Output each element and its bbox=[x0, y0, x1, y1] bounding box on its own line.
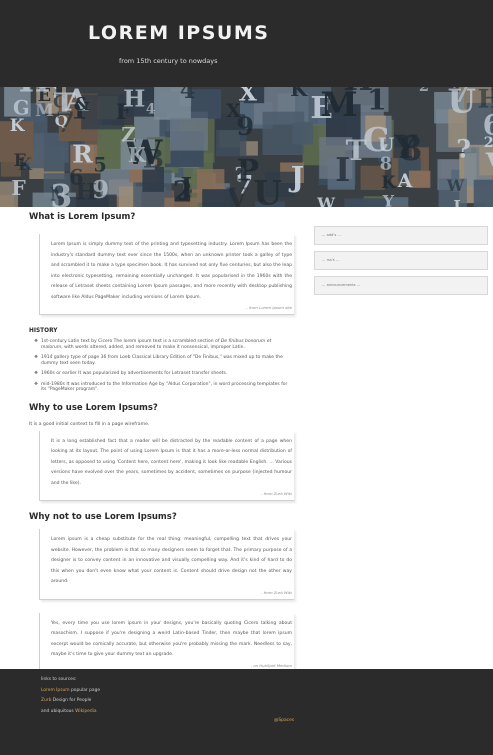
whynot-quote-1-text: Lorem ipsum is a cheap substitute for th… bbox=[51, 537, 292, 584]
whynot-quote-2-cite: - on HubSpot Medium bbox=[250, 662, 292, 668]
main-content: What is Lorem Ipsum? Lorem Ipsum is simp… bbox=[29, 212, 294, 673]
svg-text:1: 1 bbox=[367, 87, 387, 117]
sidebar-widget-rss[interactable]: ... rss's ... bbox=[314, 251, 488, 270]
footer-link-lorem-ipsum[interactable]: Lorem Ipsum bbox=[41, 688, 70, 693]
svg-text:&: & bbox=[74, 94, 90, 115]
svg-text:K: K bbox=[290, 87, 308, 101]
site-footer: links to sources: Lorem Ipsum popular pa… bbox=[0, 669, 493, 755]
why-quote-text: It is a long established fact that a rea… bbox=[51, 438, 292, 486]
letterpress-type-photo: BUFG?7IMUHWEC3X67AV8MH6W202IR4WF4821EKUJ… bbox=[0, 87, 493, 207]
svg-text:Z: Z bbox=[121, 122, 136, 146]
site-header: LOREM IPSUMS from 15th century to nowday… bbox=[0, 0, 493, 87]
svg-text:K: K bbox=[10, 115, 26, 135]
sidebar-widget-announcements[interactable]: ... announcements ... bbox=[314, 276, 488, 295]
svg-text:9: 9 bbox=[236, 112, 254, 142]
sidebar-widget-adds[interactable]: ... add's ... bbox=[314, 226, 488, 245]
svg-text:7: 7 bbox=[55, 105, 75, 139]
why-heading: Why to use Lorem Ipsums? bbox=[29, 402, 158, 413]
svg-text:V: V bbox=[485, 148, 493, 179]
svg-text:I: I bbox=[453, 197, 460, 208]
svg-text:A: A bbox=[397, 171, 413, 192]
whynot-quote-1-cite: - from Zurb Wiki bbox=[261, 589, 292, 595]
svg-text:2: 2 bbox=[419, 87, 429, 95]
svg-text:W: W bbox=[446, 177, 465, 195]
whynot-quote-2-text: Yes, every time you use lorem ipsum in y… bbox=[51, 620, 292, 658]
svg-text:5: 5 bbox=[93, 153, 106, 176]
svg-text:H: H bbox=[76, 180, 97, 206]
svg-text:X: X bbox=[239, 87, 258, 107]
svg-text:M: M bbox=[320, 87, 357, 124]
svg-text:K: K bbox=[18, 155, 33, 174]
svg-text:P: P bbox=[237, 153, 259, 188]
history-item: 1914 gallery type of page 36 from Loeb C… bbox=[34, 355, 294, 366]
svg-text:W: W bbox=[316, 194, 335, 207]
footer-link-zurb[interactable]: Zurb bbox=[41, 698, 51, 703]
why-quote: It is a long established fact that a rea… bbox=[39, 430, 294, 501]
site-title[interactable]: LOREM IPSUMS bbox=[88, 22, 269, 44]
svg-text:H: H bbox=[478, 87, 493, 113]
footer-sources-label: links to sources: bbox=[41, 677, 77, 682]
svg-text:Y: Y bbox=[393, 129, 417, 166]
footer-link-wikipedia[interactable]: Wikipedia bbox=[75, 709, 96, 714]
svg-text:J: J bbox=[288, 161, 304, 194]
what-quote-cite: - from Lorem Ipsum site bbox=[246, 305, 292, 310]
svg-text:R: R bbox=[72, 140, 93, 169]
history-item: mid-1980s It was introduced to the Infor… bbox=[34, 382, 294, 393]
site-tagline: from 15th century to nowdays bbox=[119, 57, 218, 65]
what-heading: What is Lorem Ipsum? bbox=[29, 212, 136, 222]
svg-text:H: H bbox=[19, 87, 51, 100]
history-item: 1960s or earlier It was popularized by a… bbox=[34, 371, 294, 377]
svg-text:J: J bbox=[179, 172, 192, 201]
what-quote: Lorem Ipsum is simply dummy text of the … bbox=[39, 234, 294, 315]
whynot-heading: Why not to use Lorem Ipsums? bbox=[29, 512, 177, 522]
svg-text:K: K bbox=[381, 172, 397, 192]
svg-text:F: F bbox=[11, 176, 26, 200]
svg-text:Y: Y bbox=[382, 192, 395, 208]
footer-spaces-link[interactable]: @Spaces bbox=[274, 718, 294, 723]
svg-text:4: 4 bbox=[146, 102, 156, 118]
sidebar: ... add's ... ... rss's ... ... announce… bbox=[314, 226, 488, 301]
history-item: 1st-century Latin text by Cicero The lor… bbox=[34, 339, 294, 350]
whynot-quote-1: Lorem ipsum is a cheap substitute for th… bbox=[39, 529, 294, 600]
why-quote-cite: - from Zurb Wiki bbox=[261, 491, 292, 496]
svg-text:T: T bbox=[346, 134, 367, 167]
svg-text:4: 4 bbox=[180, 87, 196, 104]
history-list: 1st-century Latin text by Cicero The lor… bbox=[29, 339, 294, 393]
whynot-quote-2: Yes, every time you use lorem ipsum in y… bbox=[39, 612, 294, 673]
what-quote-text: Lorem Ipsum is simply dummy text of the … bbox=[51, 242, 292, 300]
banner-image: BUFG?7IMUHWEC3X67AV8MH6W202IR4WF4821EKUJ… bbox=[0, 87, 493, 207]
footer-links: links to sources: Lorem Ipsum popular pa… bbox=[41, 677, 101, 714]
svg-text:U: U bbox=[448, 87, 477, 121]
svg-text:?: ? bbox=[456, 134, 471, 164]
svg-text:H: H bbox=[123, 87, 145, 112]
